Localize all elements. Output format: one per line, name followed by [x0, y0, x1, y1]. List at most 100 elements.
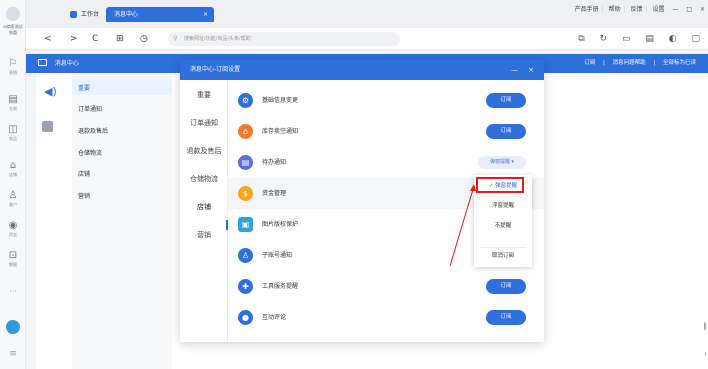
window-close-icon[interactable]: × [700, 6, 705, 13]
category-orders[interactable]: 订单通知 [78, 104, 102, 113]
workbench-icon [70, 11, 77, 18]
subscribe-button[interactable]: 订阅 [486, 124, 526, 139]
category-marketing[interactable]: 营销 [78, 191, 90, 200]
reminder-mode-dropdown[interactable]: 弹窗提醒 ▾ [478, 156, 526, 169]
data-icon: ⊡ [8, 250, 18, 261]
search-input[interactable]: ⚲ 搜索网址/功能/商品/头条/帮助 [168, 32, 400, 46]
rail-item-shop[interactable]: ⌂ 店铺 [0, 160, 26, 178]
category-refund[interactable]: 退款及售后 [78, 126, 108, 135]
new-tab-icon[interactable]: ⊞ [116, 28, 124, 50]
window-controls: 产品手册 | 帮助 | 反馈 | 设置 — □ × [574, 6, 705, 13]
dialog-nav-refund[interactable]: 退款及售后 [180, 146, 228, 156]
tab-label: 消息中心 [114, 11, 139, 18]
category-logistics[interactable]: 仓储物流 [78, 148, 102, 157]
envelope-icon [38, 59, 47, 66]
search-icon: ⚲ [173, 35, 178, 42]
address-bar: < > C ⊞ ◷ ⚲ 搜索网址/功能/商品/头条/帮助 ⧉ ↻ ▭ ▤ ◐ ▢ [26, 28, 708, 50]
store-sub: 铁蕾 [9, 30, 17, 35]
subscribe-button[interactable]: 订阅 [486, 93, 526, 108]
dialog-nav-marketing[interactable]: 营销 [180, 230, 228, 240]
speaker-icon[interactable]: ◀) [44, 85, 57, 98]
product-manual-link[interactable]: 产品手册 [575, 6, 599, 13]
notes-icon[interactable]: ▤ [645, 34, 654, 44]
history-icon[interactable]: ◷ [140, 28, 148, 50]
subscribe-link[interactable]: 订阅 [584, 60, 595, 66]
avatar[interactable] [6, 7, 20, 21]
option-float-reminder[interactable]: 浮窗提醒 [474, 201, 532, 209]
chat-icon[interactable]: ▢ [691, 34, 700, 44]
minimize-icon[interactable]: — [511, 66, 518, 74]
more-icon[interactable]: ··· [0, 287, 26, 296]
assistant-icon[interactable] [6, 320, 20, 334]
theme-icon[interactable]: ◐ [669, 34, 677, 44]
subscribe-button[interactable]: 订阅 [486, 310, 526, 325]
sync-icon[interactable]: ↻ [600, 34, 608, 44]
message-help-link[interactable]: 消息问题帮助 [613, 60, 646, 66]
rail-item-marketing[interactable]: ⚐ 营销 [0, 58, 26, 76]
tab-workbench[interactable]: 工作台 [66, 7, 99, 22]
message-center-title: 消息中心 [38, 54, 79, 73]
dialog-nav-logistics[interactable]: 仓储物流 [180, 174, 228, 184]
feedback-link[interactable]: 反馈 [631, 6, 643, 13]
rail-label: 商品 [9, 136, 17, 141]
inventory-icon: ⌂ [238, 124, 253, 139]
dialog-nav-important[interactable]: 重要 [180, 90, 228, 100]
tab-message-center[interactable]: 消息中心 × [106, 7, 214, 22]
subscribe-button[interactable]: 订阅 [486, 279, 526, 294]
dialog-nav-orders[interactable]: 订单通知 [180, 118, 228, 128]
message-center-label: 消息中心 [54, 60, 79, 67]
toolbar-icons: ⧉ ↻ ▭ ▤ ◐ ▢ [566, 28, 700, 50]
money-bag-icon: $ [238, 186, 253, 201]
close-icon[interactable]: × [203, 7, 208, 22]
customer-icon: ♙ [8, 190, 18, 201]
rail-item-data[interactable]: ⊡ 数据 [0, 250, 26, 268]
row-label: 待办通知 [262, 159, 287, 166]
back-icon[interactable]: < [44, 28, 52, 50]
row-label: 子账号通知 [262, 252, 293, 259]
subscription-row: ⌂ 库存卖空通知 订阅 [228, 116, 544, 147]
todo-icon: ▤ [238, 155, 253, 170]
rail-item-money[interactable]: ◉ 资金 [0, 220, 26, 238]
document-icon[interactable] [42, 121, 53, 132]
rail-item-goods[interactable]: ◫ 商品 [0, 124, 26, 142]
dialog-nav-shop[interactable]: 店铺 [180, 202, 228, 212]
maximize-icon[interactable]: □ [686, 6, 692, 13]
dialog-category-nav: 重要 订单通知 退款及售后 仓储物流 店铺 营销 [180, 80, 228, 342]
dialog-header: 消息中心-订阅设置 — × [180, 60, 544, 80]
search-placeholder: 搜索网址/功能/商品/头条/帮助 [184, 36, 251, 42]
screenshot-icon[interactable]: ⧉ [578, 34, 584, 44]
rail-label: 交易 [9, 106, 17, 111]
category-important[interactable]: 重要 [78, 83, 90, 92]
category-shop[interactable]: 店铺 [78, 169, 90, 178]
option-no-reminder[interactable]: 不提醒 [474, 221, 532, 229]
folder-icon[interactable]: ▭ [622, 34, 631, 44]
highlight-box [476, 177, 524, 193]
row-label: 资金管理 [262, 190, 287, 197]
minimize-icon[interactable]: — [672, 6, 678, 13]
row-label: 工具服务提醒 [262, 283, 299, 290]
tab-strip: 工作台 消息中心 × 产品手册 | 帮助 | 反馈 | 设置 — □ × [26, 0, 708, 28]
order-icon: ▤ [8, 94, 18, 105]
rail-item-customer[interactable]: ♙ 客户 [0, 190, 26, 208]
row-label: 库存卖空通知 [262, 128, 299, 135]
close-icon[interactable]: × [528, 66, 534, 74]
menu-icon[interactable]: ≡ [0, 349, 26, 359]
option-unsubscribe[interactable]: 取消订阅 [474, 251, 532, 259]
message-category-menu: 重要 订单通知 退款及售后 仓储物流 店铺 营销 [72, 73, 172, 369]
refresh-icon[interactable]: C [92, 28, 98, 50]
goods-icon: ◫ [8, 124, 18, 135]
help-link[interactable]: 帮助 [609, 6, 621, 13]
arrow-line [449, 185, 475, 267]
forward-icon[interactable]: > [70, 28, 78, 50]
comment-icon: ● [238, 310, 253, 325]
settings-link[interactable]: 设置 [653, 6, 665, 13]
rail-label: 数据 [9, 262, 17, 267]
scroll-arrow-icon[interactable]: › [704, 350, 707, 358]
left-rail: ai商家测试 铁蕾 ⚐ 营销 ▤ 交易 ◫ 商品 ⌂ 店铺 ♙ 客户 ◉ 资金 … [0, 0, 26, 369]
rail-item-trade[interactable]: ▤ 交易 [0, 94, 26, 112]
rail-label: 资金 [9, 232, 17, 237]
mark-all-read-link[interactable]: 全部标为已读 [663, 60, 696, 66]
row-label: 基础信息变更 [262, 97, 299, 104]
money-icon: ◉ [8, 220, 18, 231]
dialog-title: 消息中心-订阅设置 [190, 66, 241, 73]
